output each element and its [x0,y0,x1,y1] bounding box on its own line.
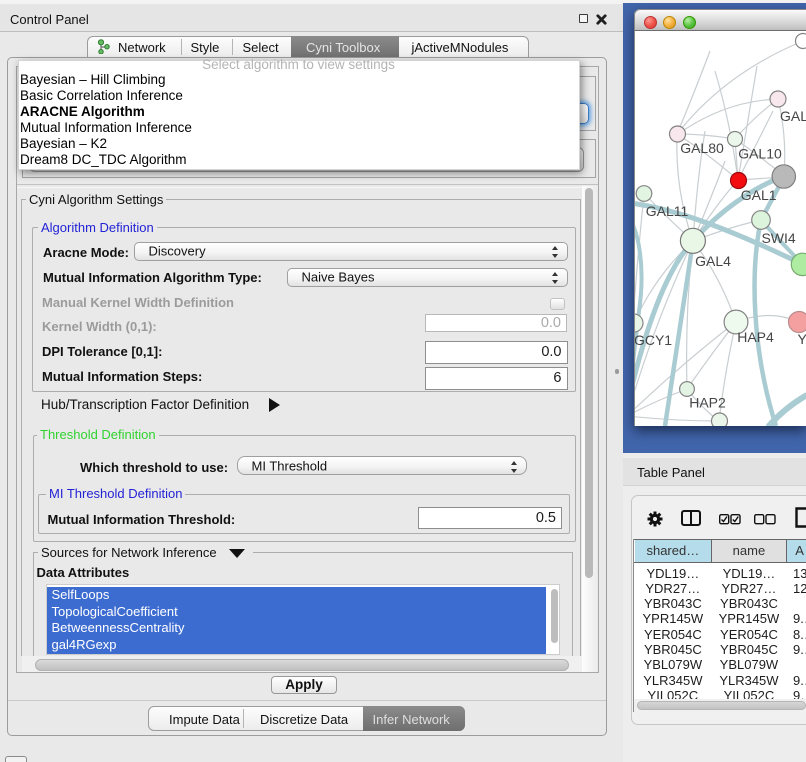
svg-text:HAP4: HAP4 [737,329,774,345]
svg-text:HAP2: HAP2 [689,395,726,411]
svg-text:GAL80: GAL80 [680,140,724,156]
svg-text:GAL4: GAL4 [695,253,731,269]
svg-text:YJ: YJ [798,331,806,347]
svg-text:GCY1: GCY1 [635,332,672,348]
svg-text:SWI4: SWI4 [761,230,795,246]
svg-text:GAL10: GAL10 [738,146,782,162]
svg-text:GAL11: GAL11 [646,203,689,219]
svg-text:GAL1: GAL1 [741,187,777,203]
svg-text:GAL7: GAL7 [780,108,806,124]
